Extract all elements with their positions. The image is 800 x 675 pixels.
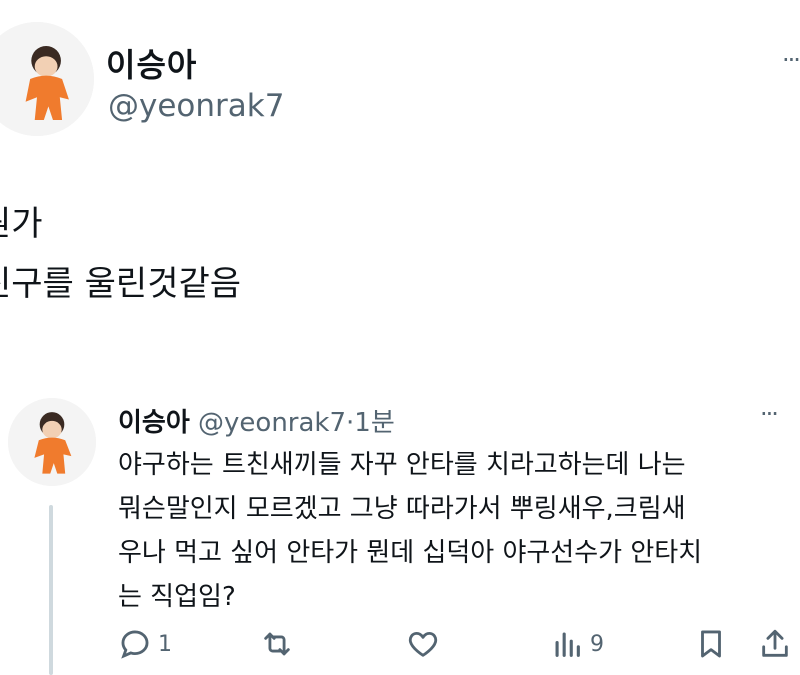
reply-text-line: 뭐슨말인지 모르겠고 그냥 따라가서 뿌링새우,크림새: [118, 494, 686, 524]
views-button[interactable]: 9: [550, 626, 604, 662]
reply-header: 이승아 @yeonrak7·1분: [118, 402, 395, 439]
reply-author-name[interactable]: 이승아: [118, 408, 190, 438]
reply-text-line: 우나 먹고 싶어 안타가 뭔데 십덕아 야구선수가 안타치: [118, 538, 703, 568]
author-avatar[interactable]: [0, 22, 94, 136]
reply-author-avatar[interactable]: [8, 398, 96, 486]
views-count: 9: [590, 631, 604, 657]
reply-timestamp[interactable]: 1분: [354, 408, 394, 438]
retweet-icon: [264, 632, 290, 656]
author-handle[interactable]: @yeonrak7: [108, 88, 284, 124]
reply-text: 야구하는 트친새끼들 자꾸 안타를 치라고하는데 나는 뭐슨말인지 모르겠고 그…: [118, 443, 790, 619]
more-options-icon[interactable]: ···: [782, 46, 800, 74]
reply-author-handle[interactable]: @yeonrak7: [198, 408, 346, 438]
thread-connector-line: [49, 505, 53, 675]
reply-icon: [121, 630, 149, 659]
bookmark-button[interactable]: [694, 626, 728, 662]
bookmark-icon: [701, 630, 721, 658]
heart-icon: [408, 631, 438, 657]
tweet-text-line: 뭔가: [0, 204, 43, 244]
share-icon: [762, 629, 788, 657]
reply-text-line: 는 직업임?: [118, 582, 236, 612]
retweet-button[interactable]: [260, 626, 300, 662]
more-options-icon[interactable]: ···: [760, 400, 779, 428]
like-button[interactable]: [406, 626, 446, 662]
reply-button[interactable]: 1: [118, 626, 172, 662]
share-button[interactable]: [758, 626, 792, 662]
tweet-text-line: 친구를 울린것같음: [0, 264, 242, 304]
reply-text-line: 야구하는 트친새끼들 자꾸 안타를 치라고하는데 나는: [118, 450, 686, 480]
views-icon: [555, 632, 580, 657]
reply-count: 1: [158, 631, 172, 657]
author-name[interactable]: 이승아: [106, 40, 197, 86]
